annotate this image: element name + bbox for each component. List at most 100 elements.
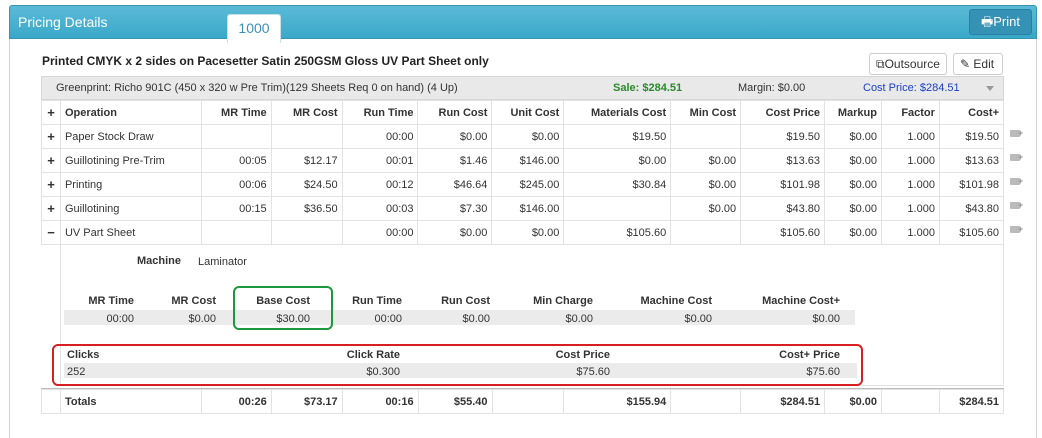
page-title: Pricing Details bbox=[18, 14, 108, 30]
col-header: Unit Cost bbox=[491, 100, 565, 125]
table-cell: $19.50 bbox=[740, 124, 826, 149]
clicks-highlight bbox=[52, 344, 863, 386]
table-cell bbox=[563, 196, 672, 221]
edit-icon: ✎ bbox=[960, 57, 971, 71]
table-cell: $36.50 bbox=[270, 196, 343, 221]
table-cell: $0.00 bbox=[824, 124, 882, 149]
add-comment-icon[interactable] bbox=[1010, 128, 1024, 140]
totals-cell: $0.00 bbox=[824, 389, 883, 414]
machine-summary-bar[interactable]: Greenprint: Richo 901C (450 x 320 w Pre … bbox=[41, 76, 1004, 100]
table-cell: $0.00 bbox=[824, 196, 882, 221]
table-cell: $19.50 bbox=[938, 124, 1005, 149]
table-cell: 1.000 bbox=[880, 124, 940, 149]
table-cell: 1.000 bbox=[880, 172, 940, 197]
table-cell: 1.000 bbox=[880, 148, 940, 173]
edit-label: Edit bbox=[973, 57, 995, 71]
table-cell: $101.98 bbox=[740, 172, 826, 197]
add-comment-icon[interactable] bbox=[1010, 200, 1024, 212]
job-title: Printed CMYK x 2 sides on Pacesetter Sat… bbox=[42, 54, 489, 68]
table-row: + Guillotining Pre-Trim 00:05 $12.17 00:01 $1… bbox=[41, 148, 1005, 173]
totals-cell bbox=[670, 389, 742, 414]
totals-cell: 00:26 bbox=[200, 389, 272, 414]
expand-icon[interactable]: + bbox=[41, 148, 61, 173]
table-cell bbox=[270, 124, 343, 149]
table-cell: $30.84 bbox=[563, 172, 672, 197]
add-comment-icon[interactable] bbox=[1010, 152, 1024, 164]
detail-header: Machine Cost+ bbox=[762, 295, 840, 307]
totals-cell bbox=[491, 389, 565, 414]
totals-table: Totals 00:26 $73.17 00:16 $55.40 $155.94… bbox=[41, 389, 1005, 414]
table-cell: $19.50 bbox=[563, 124, 672, 149]
table-cell: $146.00 bbox=[491, 196, 565, 221]
table-header-row: + Operation MR Time MR Cost Run Time Run… bbox=[41, 100, 1005, 125]
table-cell: $0.00 bbox=[670, 148, 742, 173]
table-cell: $43.80 bbox=[740, 196, 826, 221]
chevron-down-icon[interactable] bbox=[986, 86, 994, 91]
table-cell: $245.00 bbox=[491, 172, 565, 197]
operation-name: Paper Stock Draw bbox=[59, 124, 202, 149]
totals-spacer bbox=[41, 389, 61, 414]
detail-header: Min Charge bbox=[533, 295, 593, 307]
detail-value: 00:00 bbox=[374, 313, 402, 325]
totals-cell: $284.51 bbox=[938, 389, 1005, 414]
table-cell: 00:00 bbox=[341, 220, 419, 245]
table-cell: $0.00 bbox=[563, 148, 672, 173]
table-cell: 1.000 bbox=[880, 196, 940, 221]
table-cell: $7.30 bbox=[417, 196, 493, 221]
table-row: − UV Part Sheet 00:00 $0.00 $0.00 $105.60 $105… bbox=[41, 220, 1005, 245]
table-cell: $13.63 bbox=[740, 148, 826, 173]
margin-value: Margin: $0.00 bbox=[738, 82, 806, 94]
totals-cell: $284.51 bbox=[740, 389, 826, 414]
detail-header: MR Time bbox=[88, 295, 134, 307]
expand-icon[interactable]: + bbox=[41, 172, 61, 197]
base-cost-highlight bbox=[233, 286, 333, 330]
expand-all-icon[interactable]: + bbox=[41, 100, 61, 125]
table-cell: $0.00 bbox=[824, 148, 882, 173]
expand-icon[interactable]: + bbox=[41, 196, 61, 221]
totals-cell: $73.17 bbox=[270, 389, 343, 414]
add-comment-icon[interactable] bbox=[1010, 176, 1024, 188]
table-cell: $13.63 bbox=[938, 148, 1005, 173]
detail-value: 00:00 bbox=[106, 313, 134, 325]
col-header: Run Time bbox=[341, 100, 419, 125]
operation-name: UV Part Sheet bbox=[59, 220, 202, 245]
col-header: Factor bbox=[880, 100, 940, 125]
print-button[interactable]: 🖶Print bbox=[969, 9, 1032, 35]
pricing-header-bar: Pricing Details 1000 🖶Print bbox=[9, 5, 1037, 43]
table-cell: $105.60 bbox=[938, 220, 1005, 245]
table-cell: $105.60 bbox=[563, 220, 672, 245]
table-cell: $0.00 bbox=[491, 124, 565, 149]
operations-table: + Operation MR Time MR Cost Run Time Run… bbox=[41, 100, 1005, 245]
col-header: Run Cost bbox=[417, 100, 493, 125]
table-row: + Guillotining 00:15 $36.50 00:03 $7.30 $146.0… bbox=[41, 196, 1005, 221]
table-cell: $0.00 bbox=[417, 124, 493, 149]
table-cell bbox=[270, 220, 343, 245]
col-header: MR Time bbox=[200, 100, 272, 125]
table-cell: 00:03 bbox=[341, 196, 419, 221]
detail-value: $0.00 bbox=[684, 313, 712, 325]
table-cell: $0.00 bbox=[824, 220, 882, 245]
table-cell bbox=[670, 220, 742, 245]
col-header: Min Cost bbox=[670, 100, 742, 125]
detail-value: $0.00 bbox=[188, 313, 216, 325]
add-comment-icon[interactable] bbox=[1010, 224, 1024, 236]
edit-button[interactable]: ✎ Edit bbox=[953, 53, 1003, 75]
totals-cell: $55.40 bbox=[417, 389, 493, 414]
totals-label: Totals bbox=[59, 389, 202, 414]
detail-header: MR Cost bbox=[171, 295, 216, 307]
col-header: MR Cost bbox=[270, 100, 343, 125]
table-cell: $0.00 bbox=[417, 220, 493, 245]
table-cell bbox=[200, 124, 272, 149]
expand-icon[interactable]: + bbox=[41, 124, 61, 149]
outsource-button[interactable]: ⧉Outsource bbox=[869, 53, 947, 75]
table-cell: $105.60 bbox=[740, 220, 826, 245]
table-row: + Paper Stock Draw 00:00 $0.00 $0.00 $19.50 $1… bbox=[41, 124, 1005, 149]
table-cell: 00:06 bbox=[200, 172, 272, 197]
col-header: Materials Cost bbox=[563, 100, 672, 125]
table-cell: 00:01 bbox=[341, 148, 419, 173]
table-cell: 00:12 bbox=[341, 172, 419, 197]
table-cell: $43.80 bbox=[938, 196, 1005, 221]
collapse-icon[interactable]: − bbox=[41, 220, 61, 245]
table-cell: $0.00 bbox=[824, 172, 882, 197]
cost-price-value: Cost Price: $284.51 bbox=[863, 82, 960, 94]
